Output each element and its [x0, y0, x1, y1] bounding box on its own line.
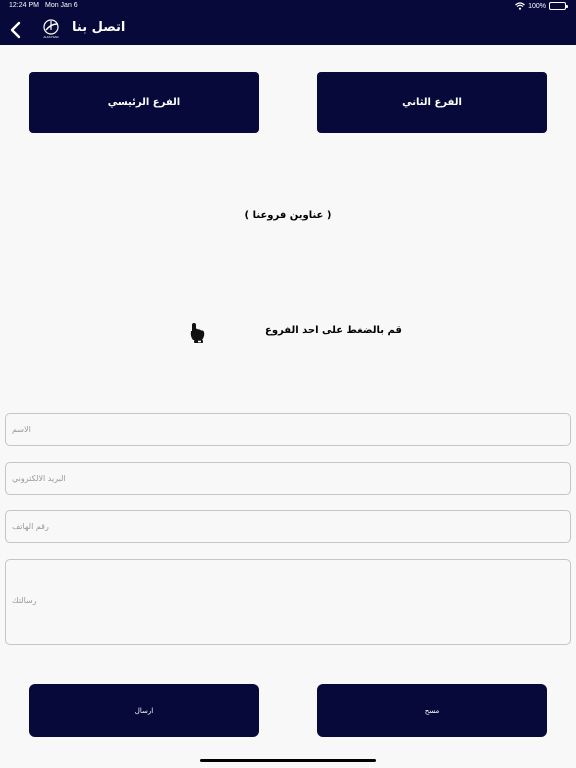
wifi-icon: [515, 2, 525, 10]
send-button-label: ارسال: [134, 706, 154, 715]
email-field[interactable]: [5, 462, 571, 495]
battery-percent: 100%: [528, 2, 546, 10]
main-branch-label: الفرع الرئيسي: [107, 97, 181, 108]
main-branch-button[interactable]: الفرع الرئيسي: [29, 72, 259, 133]
second-branch-button[interactable]: الفرع الثاني: [317, 72, 547, 133]
status-right: 100%: [515, 2, 568, 10]
page-title: اتصل بنا: [72, 20, 126, 35]
logo-text: ALFAYSAR: [43, 35, 59, 39]
instruction-text: قم بالضغط على احد الفروع: [265, 325, 402, 336]
home-indicator[interactable]: [200, 759, 376, 762]
back-button[interactable]: [9, 21, 23, 39]
addresses-title: ( عناوين فروعنا ): [244, 210, 332, 221]
clear-button[interactable]: مسح: [317, 684, 547, 737]
send-button[interactable]: ارسال: [29, 684, 259, 737]
app-header: 12:24 PM Mon Jan 6 100% ALFAYSAR اتصل بن…: [0, 0, 576, 45]
second-branch-label: الفرع الثاني: [402, 97, 462, 108]
clear-button-label: مسح: [424, 706, 440, 715]
phone-field[interactable]: [5, 510, 571, 543]
battery-icon: [549, 2, 568, 10]
message-field[interactable]: [5, 559, 571, 645]
name-field[interactable]: [5, 413, 571, 446]
pointing-hand-icon: [189, 322, 207, 344]
status-time: 12:24 PM: [9, 2, 39, 9]
status-date: Mon Jan 6: [45, 2, 78, 9]
chevron-left-icon: [10, 21, 21, 39]
